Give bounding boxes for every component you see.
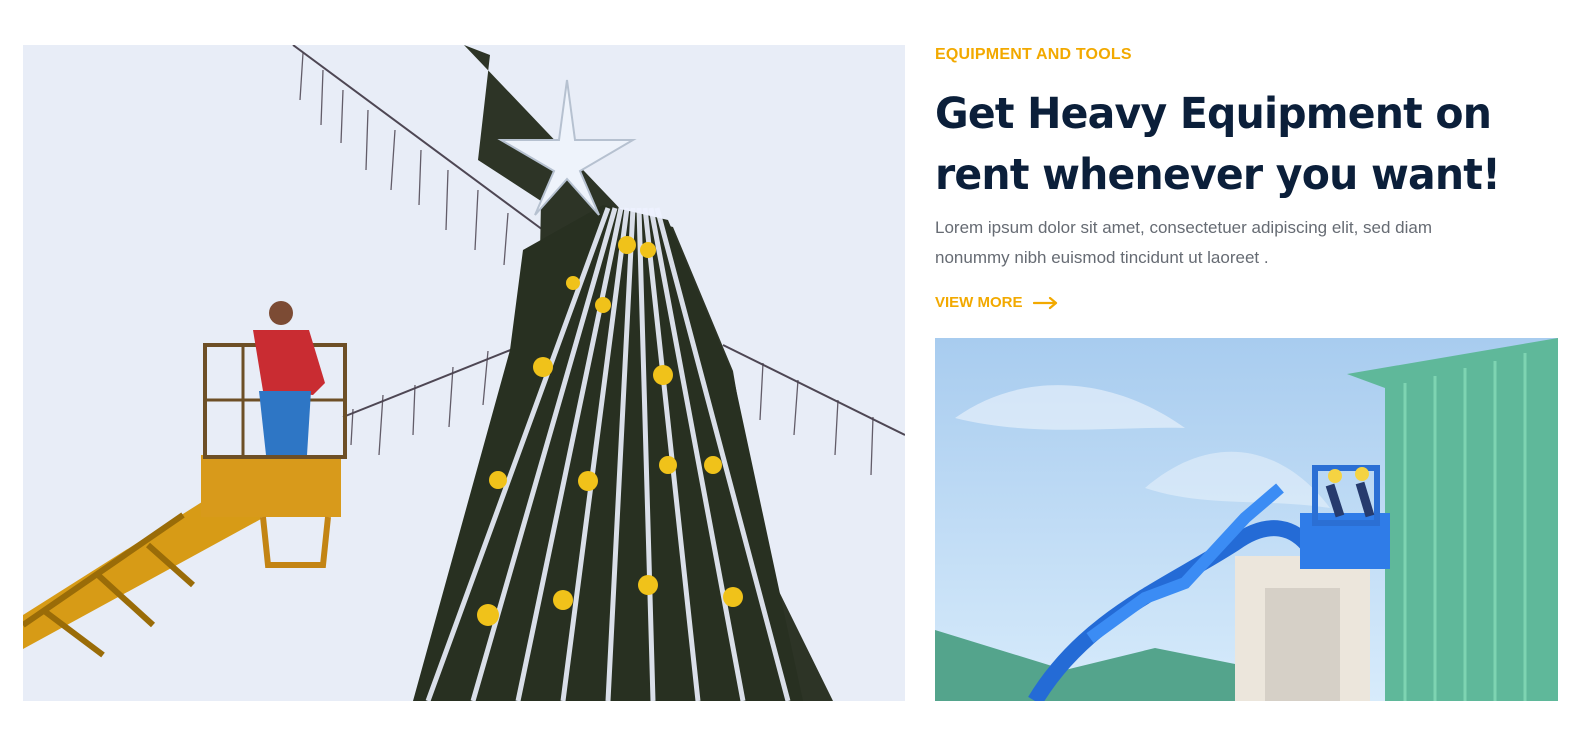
page-title: Get Heavy Equipment on rent whenever you… xyxy=(935,88,1501,200)
section-description: Lorem ipsum dolor sit amet, consectetuer… xyxy=(935,218,1433,267)
content-section: EQUIPMENT AND TOOLS Get Heavy Equipment … xyxy=(935,45,1560,312)
hero-image xyxy=(23,45,905,701)
boom-lift-building-photo xyxy=(935,338,1558,701)
section-eyebrow: EQUIPMENT AND TOOLS xyxy=(935,46,1132,63)
christmas-tree-lift-photo xyxy=(23,45,905,701)
view-more-button[interactable]: VIEW MORE xyxy=(935,294,1059,311)
side-image xyxy=(935,338,1558,701)
arrow-right-icon xyxy=(1032,296,1057,309)
view-more-label: VIEW MORE xyxy=(935,294,1023,311)
